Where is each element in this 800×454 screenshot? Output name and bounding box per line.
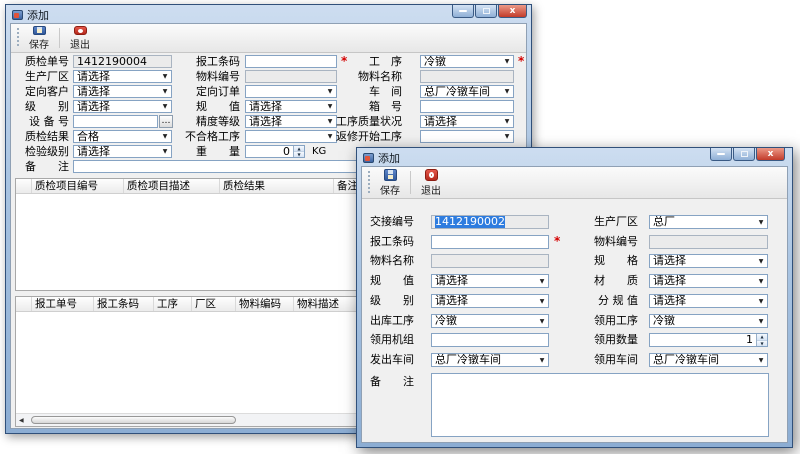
close-icon: x: [768, 149, 774, 159]
minimize-button[interactable]: [710, 148, 732, 161]
column-header[interactable]: 物料编码: [236, 297, 294, 311]
dropdown-arrow-icon: ▼: [755, 354, 767, 366]
form-column-right: 生产厂区总厂▼物料编号规 格请选择▼材 质请选择▼分 规 值请选择▼领用工序冷镦…: [362, 167, 787, 442]
field-label: 返修开始工序: [331, 130, 402, 143]
select-input[interactable]: 请选择▼: [420, 115, 514, 128]
dropdown-arrow-icon: ▼: [501, 116, 513, 127]
window-title: 添加: [378, 150, 400, 166]
window-title: 添加: [27, 7, 49, 23]
field-label: 材 质: [594, 274, 638, 287]
column-header[interactable]: 工序: [154, 297, 192, 311]
field-label: 领用数量: [594, 333, 638, 346]
field-value: 总厂冷镦车间: [650, 354, 767, 366]
dropdown-arrow-icon: ▼: [501, 86, 513, 97]
dropdown-arrow-icon: ▼: [755, 255, 767, 267]
field-value: 请选择: [650, 255, 767, 267]
row-selector-column: [16, 297, 32, 311]
field-value: 请选择: [650, 295, 767, 307]
select-input[interactable]: 请选择▼: [649, 294, 768, 308]
select-input[interactable]: 总厂冷镦车间▼: [420, 85, 514, 98]
field-label: 箱 号: [331, 100, 402, 113]
text-input[interactable]: [420, 100, 514, 113]
field-value: 1: [650, 334, 767, 346]
field-label: 工 序: [331, 55, 402, 68]
quantity-stepper[interactable]: 1▲▼: [649, 333, 768, 347]
field-value: 请选择: [421, 116, 513, 128]
field-label: 物料编号: [594, 235, 638, 248]
maximize-icon: [741, 151, 748, 157]
maximize-icon: [483, 8, 490, 14]
field-value: 总厂冷镦车间: [421, 86, 513, 98]
field-label: 领用车间: [594, 353, 638, 366]
close-button[interactable]: x: [498, 5, 527, 18]
field-value: 冷镦: [421, 56, 513, 68]
minimize-icon: [459, 10, 467, 12]
column-header[interactable]: 报工单号: [32, 297, 94, 311]
dialog-client-area: 保存 退出 交接编号1412190002报工条码*物料名称规 值请选择▼级 别请…: [361, 166, 788, 443]
minimize-icon: [717, 153, 725, 155]
select-input[interactable]: 冷镦▼: [420, 55, 514, 68]
select-input[interactable]: 请选择▼: [649, 254, 768, 268]
column-header[interactable]: 报工条码: [94, 297, 154, 311]
dropdown-arrow-icon: ▼: [755, 275, 767, 287]
column-header[interactable]: 质检结果: [220, 179, 334, 193]
add-dialog-front: 添加 x 保存 退出 交接编号1412190002报工条码*物料名称规 值请选择…: [356, 147, 793, 448]
field-label: 规 格: [594, 254, 638, 267]
minimize-button[interactable]: [452, 5, 474, 18]
readonly-field: [649, 235, 768, 249]
field-label: 工序质量状况: [331, 115, 402, 128]
scroll-left-icon: ◀: [19, 417, 24, 424]
field-value: 冷镦: [650, 315, 767, 327]
row-selector-column: [16, 179, 32, 193]
close-icon: x: [510, 6, 516, 16]
maximize-button[interactable]: [733, 148, 755, 161]
readonly-field: [420, 70, 514, 83]
column-header[interactable]: 质检项目编号: [32, 179, 124, 193]
field-label: 物料名称: [331, 70, 402, 83]
spinner-buttons[interactable]: ▲▼: [756, 334, 767, 346]
field-label: 车 间: [331, 85, 402, 98]
column-header[interactable]: 厂区: [192, 297, 236, 311]
dropdown-arrow-icon: ▼: [501, 56, 513, 67]
close-button[interactable]: x: [756, 148, 785, 161]
field-value: 总厂: [650, 216, 767, 228]
select-input[interactable]: 总厂冷镦车间▼: [649, 353, 768, 367]
dropdown-arrow-icon: ▼: [501, 131, 513, 142]
dropdown-arrow-icon: ▼: [755, 295, 767, 307]
field-label: 领用工序: [594, 314, 638, 327]
select-input[interactable]: 冷镦▼: [649, 314, 768, 328]
field-label: 生产厂区: [594, 215, 638, 228]
dropdown-arrow-icon: ▼: [755, 315, 767, 327]
maximize-button[interactable]: [475, 5, 497, 18]
desktop: 添加 x 保存 退出 质检单号1412190004生产厂区请选择▼定向客户请选择…: [0, 0, 800, 454]
dropdown-arrow-icon: ▼: [755, 216, 767, 228]
app-icon: [363, 153, 374, 163]
spin-down-icon: ▼: [757, 340, 767, 347]
app-icon: [12, 10, 23, 20]
field-value: 请选择: [650, 275, 767, 287]
select-input[interactable]: ▼: [420, 130, 514, 143]
select-input[interactable]: 请选择▼: [649, 274, 768, 288]
field-label: 分 规 值: [594, 294, 638, 307]
select-input[interactable]: 总厂▼: [649, 215, 768, 229]
column-header[interactable]: 质检项目描述: [124, 179, 220, 193]
required-asterisk: *: [518, 55, 524, 68]
scrollbar-thumb[interactable]: [31, 416, 236, 424]
